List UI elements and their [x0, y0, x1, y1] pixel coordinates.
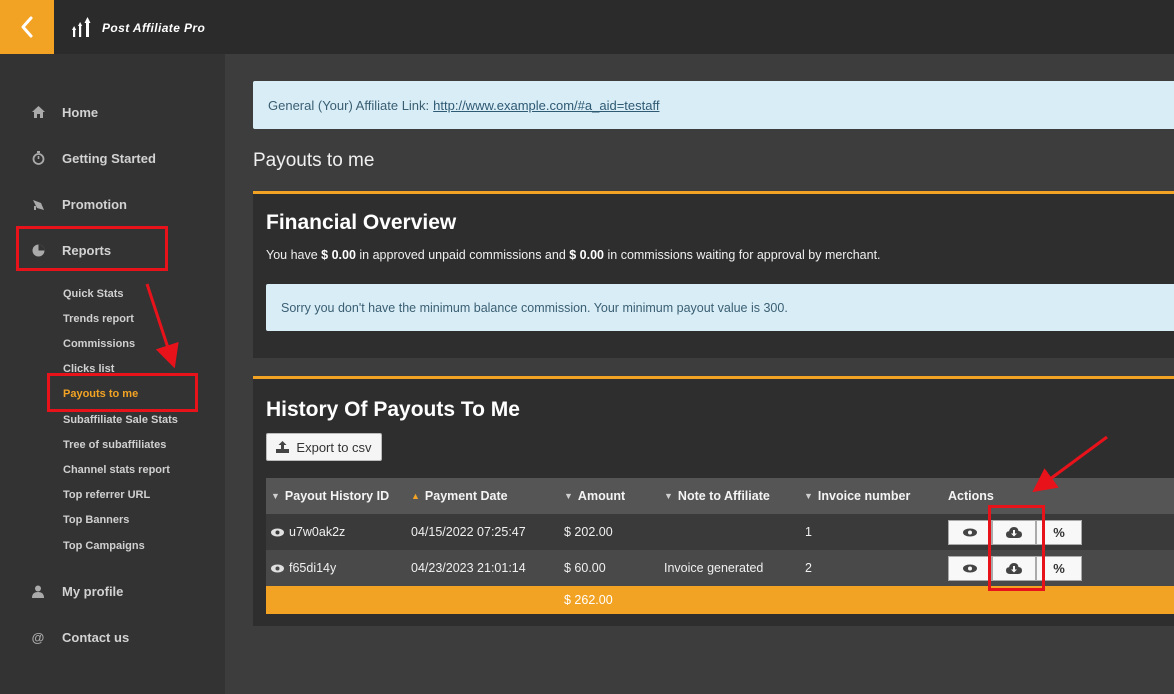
submenu-trends-report[interactable]: Trends report — [63, 310, 134, 328]
submenu-top-banners[interactable]: Top Banners — [63, 511, 129, 529]
payment-date-cell: 04/15/2022 07:25:47 — [411, 525, 526, 539]
payout-history-table: ▼ Payout History ID ▲ Payment Date ▼ Amount… — [266, 478, 1174, 614]
note-cell: Invoice generated — [664, 561, 764, 575]
main-content: General (Your) Affiliate Link: http://ww… — [225, 54, 1174, 694]
sidebar-item-contact-us[interactable]: @ Contact us — [0, 622, 225, 652]
cloud-download-icon — [1006, 562, 1022, 574]
export-csv-button[interactable]: Export to csv — [266, 433, 382, 461]
download-invoice-button[interactable] — [992, 556, 1036, 581]
sidebar-item-label: Contact us — [62, 629, 130, 645]
chevron-left-icon — [21, 16, 33, 38]
column-amount[interactable]: ▼ Amount — [564, 478, 625, 514]
sidebar-item-getting-started[interactable]: Getting Started — [0, 143, 225, 173]
total-amount-cell: $ 262.00 — [564, 593, 613, 607]
invoice-number-cell: 1 — [805, 525, 812, 539]
invoice-number-cell: 2 — [805, 561, 812, 575]
eye-icon — [963, 528, 977, 537]
submenu-tree-of-subaffiliates[interactable]: Tree of subaffiliates — [63, 436, 166, 454]
payout-id-cell[interactable]: f65di14y — [271, 550, 336, 586]
payout-history-panel: History Of Payouts To Me Export to csv ▼… — [253, 376, 1174, 626]
page-title: Payouts to me — [253, 150, 375, 171]
chevron-down-icon: ▼ — [271, 491, 280, 501]
user-icon — [31, 584, 45, 598]
column-invoice-number[interactable]: ▼ Invoice number — [804, 478, 910, 514]
submenu-quick-stats[interactable]: Quick Stats — [63, 285, 124, 303]
view-payout-button[interactable] — [948, 556, 992, 581]
submenu-commissions[interactable]: Commissions — [63, 335, 135, 353]
table-row: u7w0ak2z 04/15/2022 07:25:47 $ 202.00 1 … — [266, 514, 1174, 550]
amount-cell: $ 202.00 — [564, 525, 613, 539]
chevron-down-icon: ▼ — [664, 491, 673, 501]
back-button[interactable] — [0, 0, 54, 54]
logo[interactable]: Post Affiliate Pro — [72, 16, 205, 40]
top-bar: Post Affiliate Pro — [0, 0, 1174, 54]
chevron-up-icon: ▲ — [411, 491, 420, 501]
financial-overview-panel: Financial Overview You have $ 0.00 in ap… — [253, 191, 1174, 358]
eye-icon — [271, 564, 284, 572]
submenu-channel-stats-report[interactable]: Channel stats report — [63, 461, 170, 479]
sidebar-item-label: Promotion — [62, 196, 127, 212]
chevron-down-icon: ▼ — [564, 491, 573, 501]
sidebar-item-reports[interactable]: Reports — [0, 235, 225, 265]
bullhorn-icon — [31, 197, 45, 211]
home-icon — [31, 105, 45, 119]
eye-icon — [963, 564, 977, 573]
percent-button[interactable]: % — [1036, 520, 1082, 545]
column-payout-history-id[interactable]: ▼ Payout History ID — [271, 478, 389, 514]
pie-chart-icon — [31, 243, 45, 257]
table-header: ▼ Payout History ID ▲ Payment Date ▼ Amount… — [266, 478, 1174, 514]
table-row: f65di14y 04/23/2023 21:01:14 $ 60.00 Inv… — [266, 550, 1174, 586]
financial-overview-title: Financial Overview — [266, 211, 457, 234]
at-sign-icon: @ — [31, 629, 45, 645]
eye-icon — [271, 528, 284, 536]
affiliate-link-banner: General (Your) Affiliate Link: http://ww… — [253, 81, 1174, 129]
chevron-down-icon: ▼ — [804, 491, 813, 501]
export-csv-label: Export to csv — [296, 439, 372, 455]
sidebar-item-promotion[interactable]: Promotion — [0, 189, 225, 219]
submenu-payouts-to-me[interactable]: Payouts to me — [63, 385, 138, 403]
sidebar: Home Getting Started Promotion Reports Q… — [0, 54, 225, 694]
submenu-top-referrer-url[interactable]: Top referrer URL — [63, 486, 150, 504]
percent-button[interactable]: % — [1036, 556, 1082, 581]
affiliate-link[interactable]: http://www.example.com/#a_aid=testaff — [433, 98, 659, 113]
column-note-to-affiliate[interactable]: ▼ Note to Affiliate — [664, 478, 770, 514]
payment-date-cell: 04/23/2023 21:01:14 — [411, 561, 526, 575]
submenu-top-campaigns[interactable]: Top Campaigns — [63, 537, 145, 555]
sidebar-item-label: Reports — [62, 242, 112, 258]
sidebar-item-my-profile[interactable]: My profile — [0, 576, 225, 606]
stopwatch-icon — [31, 151, 45, 165]
sidebar-item-label: Home — [62, 104, 99, 120]
submenu-clicks-list[interactable]: Clicks list — [63, 360, 114, 378]
approved-amount: $ 0.00 — [321, 248, 356, 262]
financial-summary-text: You have $ 0.00 in approved unpaid commi… — [266, 248, 881, 262]
sidebar-item-home[interactable]: Home — [0, 97, 225, 127]
waiting-amount: $ 0.00 — [569, 248, 605, 262]
table-total-row: $ 262.00 — [266, 586, 1174, 614]
app-root: Post Affiliate Pro Home Getting Started … — [0, 0, 1174, 694]
column-actions: Actions — [948, 489, 994, 503]
upload-icon — [276, 441, 290, 453]
payout-history-title: History Of Payouts To Me — [266, 398, 520, 421]
minimum-payout-notice: Sorry you don't have the minimum balance… — [266, 284, 1174, 331]
payout-id-cell[interactable]: u7w0ak2z — [271, 514, 345, 550]
amount-cell: $ 60.00 — [564, 561, 606, 575]
download-invoice-button[interactable] — [992, 520, 1036, 545]
affiliate-link-label: General (Your) Affiliate Link: — [268, 97, 430, 113]
sidebar-item-label: Getting Started — [62, 150, 156, 166]
app-name: Post Affiliate Pro — [102, 21, 206, 35]
column-payment-date[interactable]: ▲ Payment Date — [411, 478, 508, 514]
view-payout-button[interactable] — [948, 520, 992, 545]
cloud-download-icon — [1006, 526, 1022, 538]
logo-arrows-icon — [72, 17, 91, 37]
sidebar-item-label: My profile — [62, 583, 124, 599]
submenu-subaffiliate-sale-stats[interactable]: Subaffiliate Sale Stats — [63, 411, 178, 429]
